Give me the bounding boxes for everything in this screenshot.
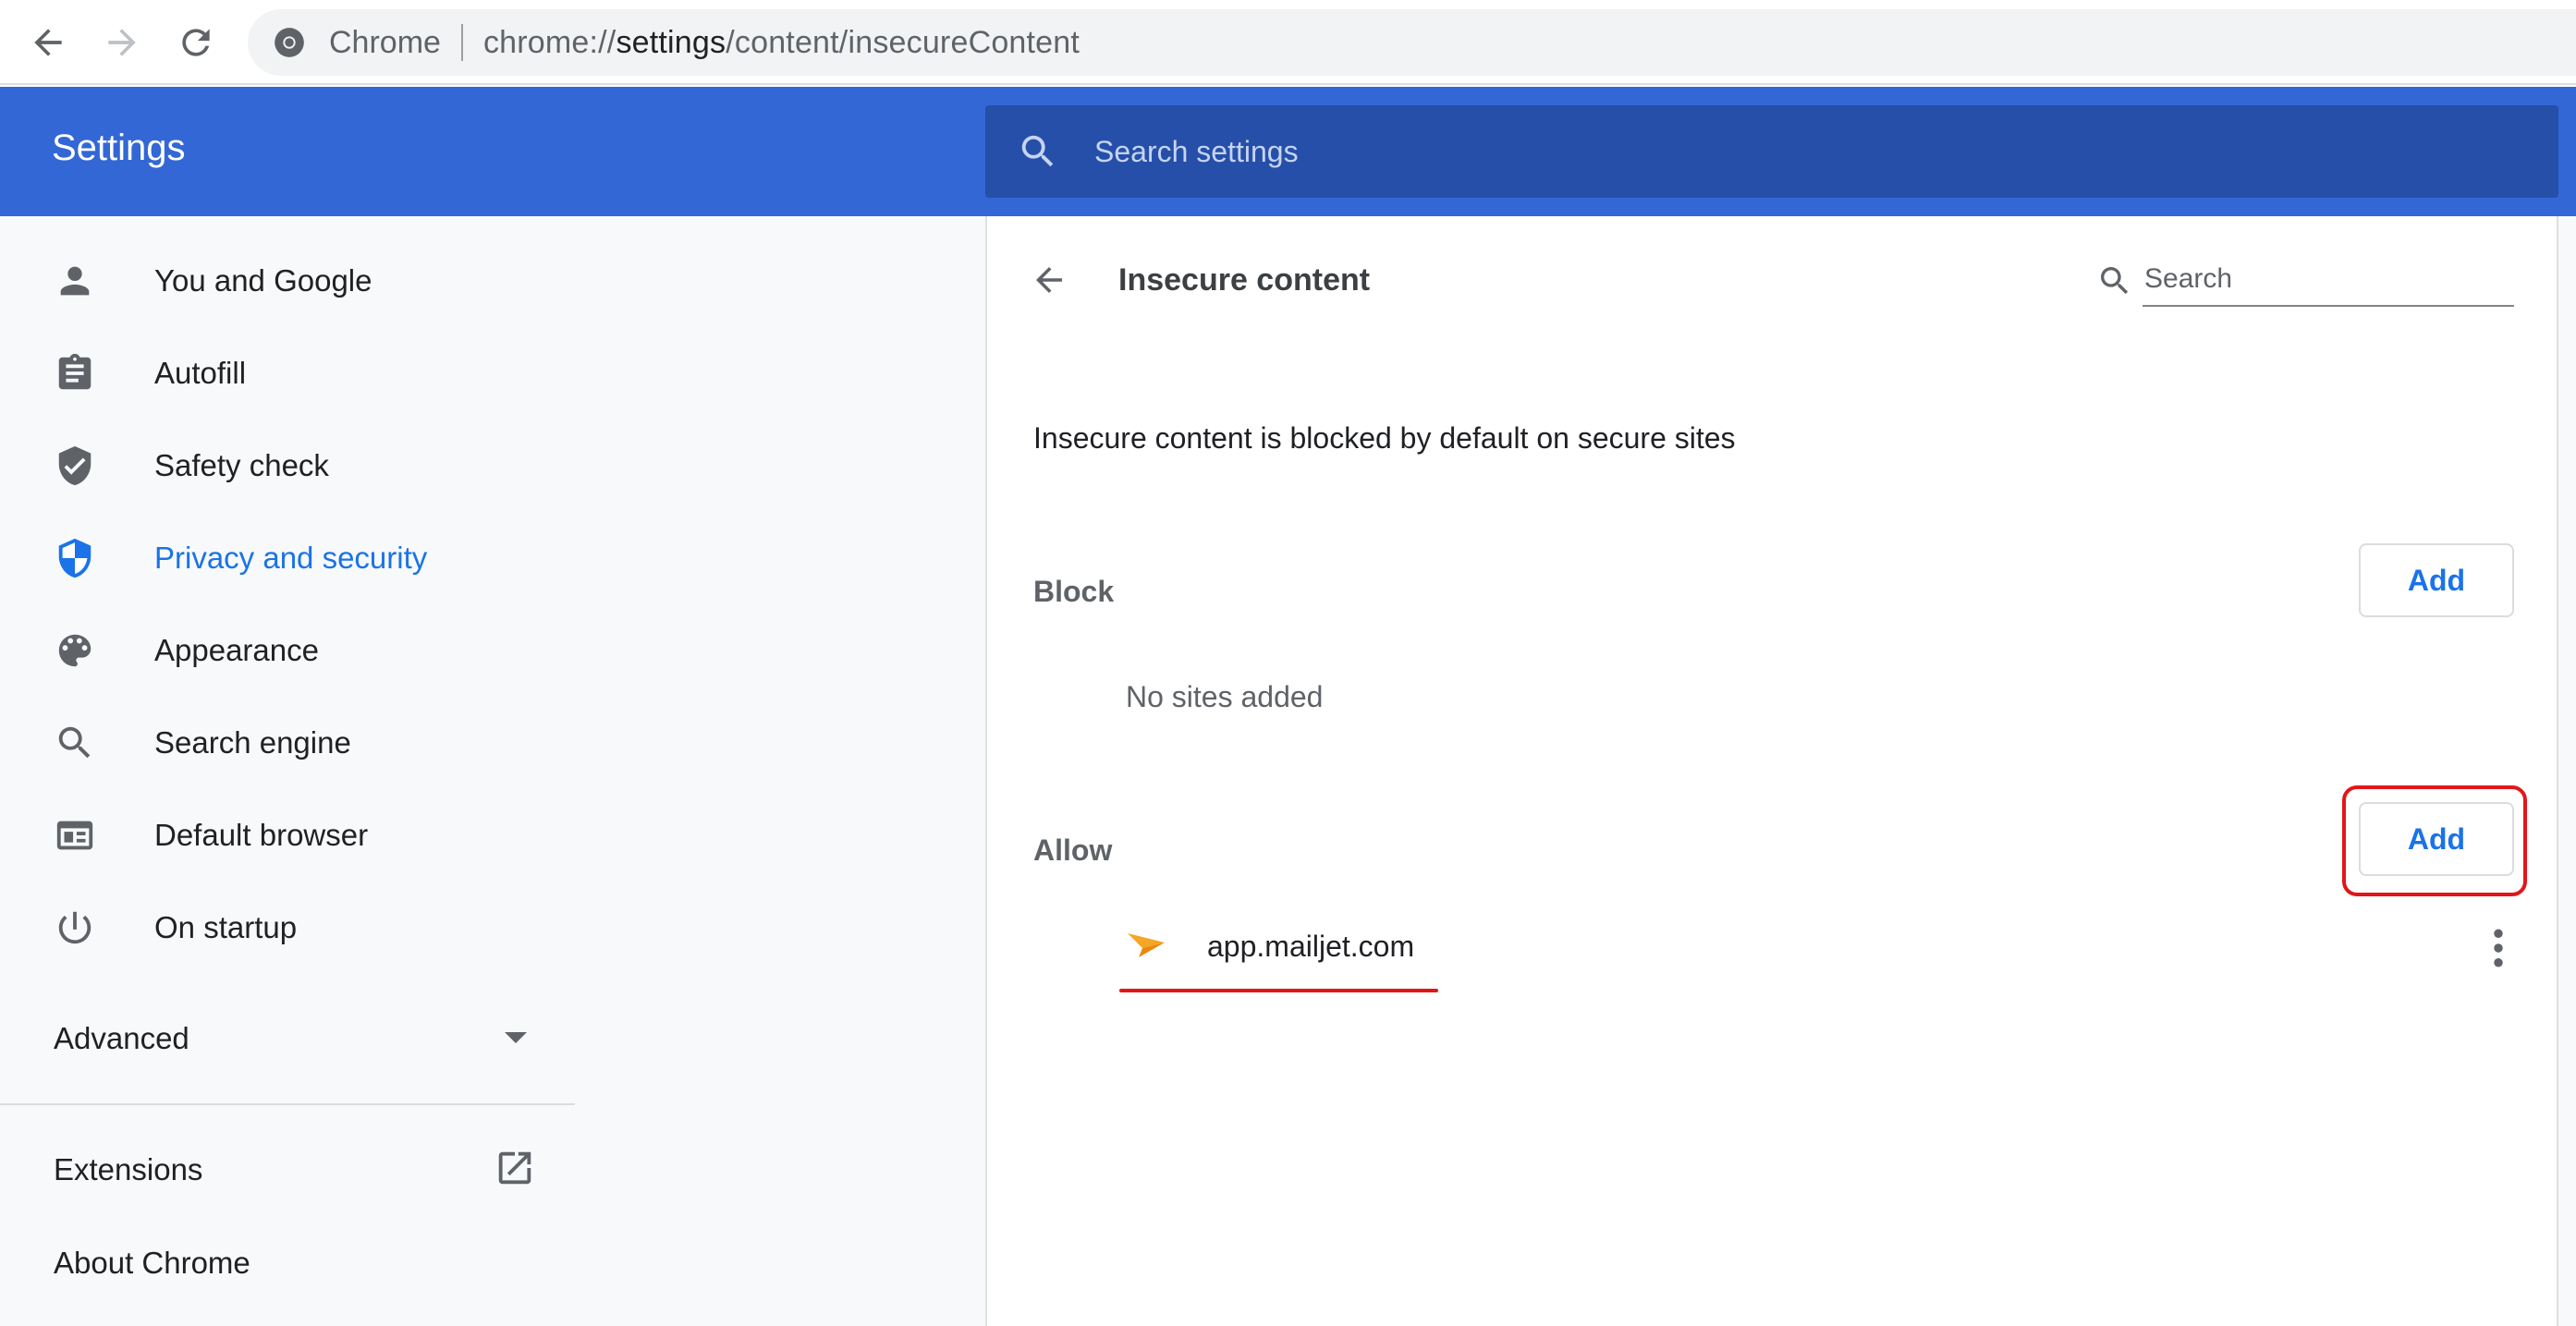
sidebar-item-label: Autofill bbox=[154, 356, 247, 390]
back-button[interactable] bbox=[18, 13, 78, 72]
block-section-label: Block bbox=[1033, 575, 1115, 608]
sidebar-item-search-engine[interactable]: Search engine bbox=[0, 699, 592, 787]
clipboard-icon bbox=[58, 353, 92, 390]
reload-button[interactable] bbox=[166, 13, 226, 72]
arrow-right-icon bbox=[108, 29, 136, 56]
sidebar-item-appearance[interactable]: Appearance bbox=[0, 606, 592, 695]
mailjet-arrow-icon bbox=[1128, 933, 1165, 957]
sidebar-item-default-browser[interactable]: Default browser bbox=[0, 791, 592, 880]
sidebar-item-extensions[interactable]: Extensions bbox=[0, 1128, 555, 1211]
shield-check-icon bbox=[58, 445, 92, 486]
sidebar-item-privacy-and-security[interactable]: Privacy and security bbox=[0, 514, 592, 602]
page-title: Insecure content bbox=[1118, 262, 1371, 298]
extensions-label: Extensions bbox=[54, 1152, 203, 1186]
settings-search-box[interactable] bbox=[985, 105, 2558, 198]
palette-icon bbox=[58, 634, 92, 667]
more-vert-icon bbox=[2494, 929, 2503, 967]
advanced-label: Advanced bbox=[54, 1021, 189, 1055]
url-host: settings bbox=[616, 24, 726, 60]
sidebar-item-label: Search engine bbox=[154, 725, 351, 760]
arrow-left-icon bbox=[1036, 267, 1062, 293]
allow-site-row[interactable]: app.mailjet.com bbox=[1126, 911, 2512, 985]
about-label: About Chrome bbox=[54, 1246, 250, 1280]
sidebar-item-label: Privacy and security bbox=[154, 541, 428, 575]
arrow-left-icon bbox=[34, 29, 62, 56]
chrome-chip-label: Chrome bbox=[329, 24, 441, 60]
sidebar-item-you-and-google[interactable]: You and Google bbox=[0, 237, 592, 325]
address-separator bbox=[460, 24, 463, 61]
sidebar: You and Google Autofill Safety check Pri… bbox=[0, 216, 983, 1326]
sidebar-item-label: On startup bbox=[154, 910, 298, 944]
back-to-site-settings-button[interactable] bbox=[1020, 251, 1078, 309]
open-in-new-icon bbox=[498, 1151, 531, 1185]
sidebar-item-safety-check[interactable]: Safety check bbox=[0, 421, 592, 510]
sidebar-advanced-toggle[interactable]: Advanced bbox=[0, 993, 555, 1082]
settings-search-input[interactable] bbox=[1094, 134, 2388, 169]
sidebar-item-label: Default browser bbox=[154, 818, 369, 852]
browser-window-icon bbox=[56, 821, 93, 850]
search-icon bbox=[58, 726, 91, 759]
block-empty-text: No sites added bbox=[1126, 680, 1324, 713]
chrome-logo-icon bbox=[275, 28, 304, 57]
sidebar-divider bbox=[0, 1103, 575, 1105]
url-scheme: chrome:// bbox=[482, 24, 617, 60]
reload-icon bbox=[182, 29, 210, 56]
url-path: /content/insecureContent bbox=[726, 24, 1080, 60]
settings-header: Settings bbox=[0, 87, 2576, 216]
search-icon bbox=[1021, 135, 1054, 167]
search-icon bbox=[2101, 267, 2129, 295]
allow-section-label: Allow bbox=[1033, 833, 1113, 867]
block-add-button[interactable]: Add bbox=[2359, 543, 2514, 617]
url-text: chrome://settings/content/insecureConten… bbox=[483, 25, 1080, 61]
address-bar[interactable]: Chrome chrome://settings/content/insecur… bbox=[248, 9, 2576, 76]
forward-button[interactable] bbox=[92, 13, 152, 72]
page-description: Insecure content is blocked by default o… bbox=[1033, 421, 1736, 455]
insecure-content-card: Insecure content Insecure content is blo… bbox=[985, 216, 2558, 1326]
power-icon bbox=[58, 911, 92, 944]
sidebar-item-label: Appearance bbox=[154, 633, 319, 667]
settings-title: Settings bbox=[52, 128, 186, 168]
sidebar-item-on-startup[interactable]: On startup bbox=[0, 883, 592, 972]
caret-down-icon bbox=[505, 1032, 527, 1043]
browser-toolbar: Chrome chrome://settings/content/insecur… bbox=[0, 0, 2576, 85]
sidebar-item-label: You and Google bbox=[154, 263, 372, 298]
allow-add-button[interactable]: Add bbox=[2359, 802, 2514, 876]
person-icon bbox=[60, 266, 90, 296]
site-search-input[interactable] bbox=[2143, 253, 2514, 307]
shield-icon bbox=[58, 538, 92, 578]
sidebar-item-label: Safety check bbox=[154, 448, 329, 482]
sidebar-item-autofill[interactable]: Autofill bbox=[0, 329, 592, 418]
site-name: app.mailjet.com bbox=[1207, 930, 1415, 963]
sidebar-item-about-chrome[interactable]: About Chrome bbox=[0, 1222, 555, 1305]
site-more-actions-button[interactable] bbox=[2475, 920, 2521, 976]
